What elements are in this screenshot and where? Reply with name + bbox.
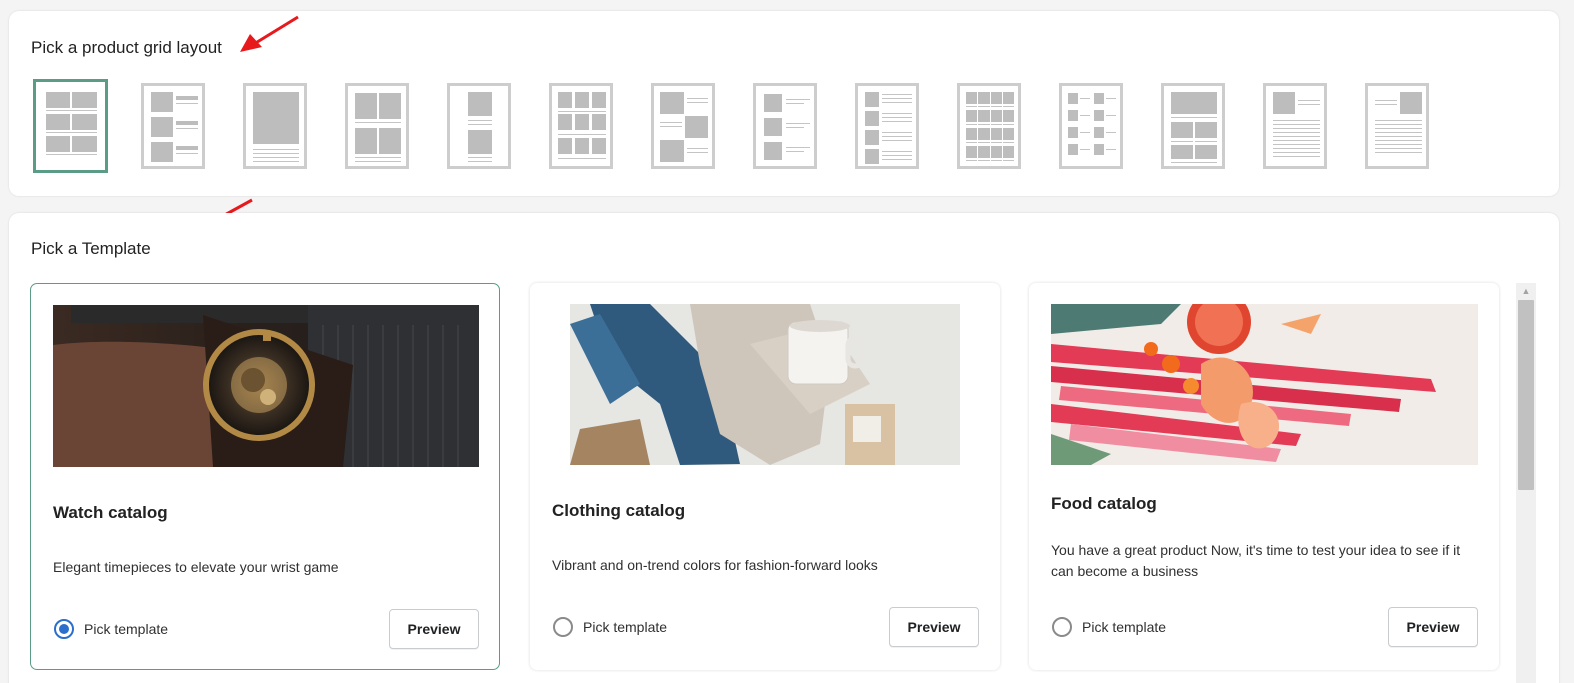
templates-scrollbar[interactable]: ▲ bbox=[1516, 283, 1536, 683]
template-card-food[interactable]: Food catalog You have a great product No… bbox=[1029, 283, 1499, 670]
layout-option-single-large[interactable] bbox=[243, 83, 307, 169]
preview-button[interactable]: Preview bbox=[1388, 607, 1478, 647]
layout-option-list-small-image[interactable] bbox=[753, 83, 817, 169]
template-name: Clothing catalog bbox=[552, 501, 686, 520]
layout-option-grid-2x3[interactable] bbox=[1161, 83, 1225, 169]
pick-template-radio[interactable] bbox=[54, 619, 74, 639]
layout-section-title: Pick a product grid layout bbox=[31, 38, 222, 57]
food-catalog-image bbox=[1051, 304, 1478, 465]
template-name: Food catalog bbox=[1051, 494, 1157, 513]
layout-option-staggered[interactable] bbox=[651, 83, 715, 169]
template-section: Pick a Template Watch catalog Elegant ti… bbox=[9, 213, 1559, 683]
pick-template-radio[interactable] bbox=[1052, 617, 1072, 637]
layout-option-list-image-left[interactable] bbox=[141, 83, 205, 169]
preview-button[interactable]: Preview bbox=[389, 609, 479, 649]
layout-option-grid-4x3[interactable] bbox=[957, 83, 1021, 169]
layout-option-single-narrow[interactable] bbox=[447, 83, 511, 169]
template-description: You have a great product Now, it's time … bbox=[1051, 542, 1461, 579]
layout-option-image-top-text[interactable] bbox=[1263, 83, 1327, 169]
scrollbar-thumb[interactable] bbox=[1518, 300, 1534, 490]
watch-catalog-image bbox=[53, 305, 479, 467]
annotation-arrow-icon bbox=[240, 15, 299, 52]
pick-template-radio[interactable] bbox=[553, 617, 573, 637]
layout-option-grid-4x4-list[interactable] bbox=[1059, 83, 1123, 169]
pick-template-label[interactable]: Pick template bbox=[1082, 619, 1166, 635]
layout-option-image-right-text[interactable] bbox=[1365, 83, 1429, 169]
layout-option-list-detailed[interactable] bbox=[855, 83, 919, 169]
clothing-catalog-image bbox=[570, 304, 960, 465]
pick-template-label[interactable]: Pick template bbox=[583, 619, 667, 635]
template-description: Vibrant and on-trend colors for fashion-… bbox=[552, 557, 878, 573]
template-section-title: Pick a Template bbox=[31, 239, 151, 258]
layout-option-grid-2x4[interactable] bbox=[33, 79, 108, 173]
pick-template-label[interactable]: Pick template bbox=[84, 621, 168, 637]
layout-option-grid-2x2[interactable] bbox=[345, 83, 409, 169]
layout-option-grid-3x3[interactable] bbox=[549, 83, 613, 169]
template-description: Elegant timepieces to elevate your wrist… bbox=[53, 559, 339, 575]
template-card-clothing[interactable]: Clothing catalog Vibrant and on-trend co… bbox=[530, 283, 1000, 670]
template-card-watch[interactable]: Watch catalog Elegant timepieces to elev… bbox=[30, 283, 500, 670]
scroll-up-icon[interactable]: ▲ bbox=[1516, 283, 1536, 299]
preview-button[interactable]: Preview bbox=[889, 607, 979, 647]
template-name: Watch catalog bbox=[53, 503, 168, 522]
